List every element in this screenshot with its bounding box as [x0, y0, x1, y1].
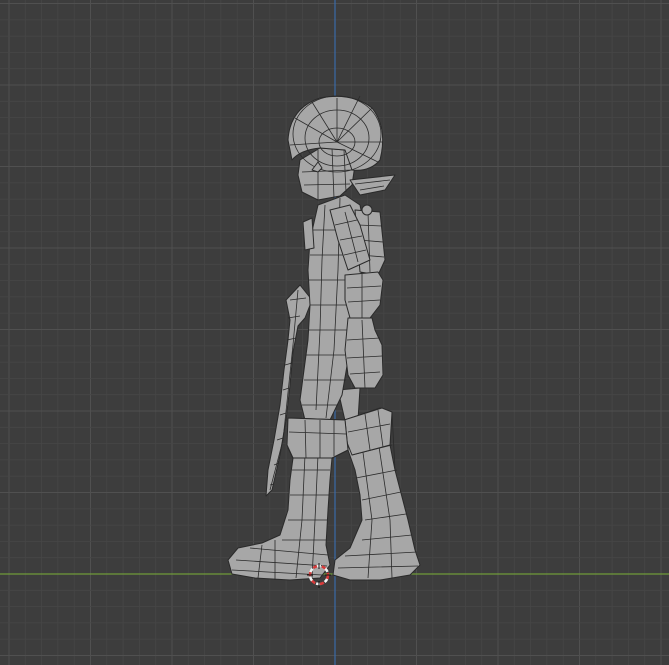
back-leg-mesh — [332, 387, 421, 581]
viewport-scene — [0, 0, 669, 665]
front-leg-mesh — [227, 417, 349, 581]
character-mesh[interactable] — [227, 95, 421, 581]
3d-viewport[interactable] — [0, 0, 669, 665]
head-mesh — [287, 95, 396, 201]
